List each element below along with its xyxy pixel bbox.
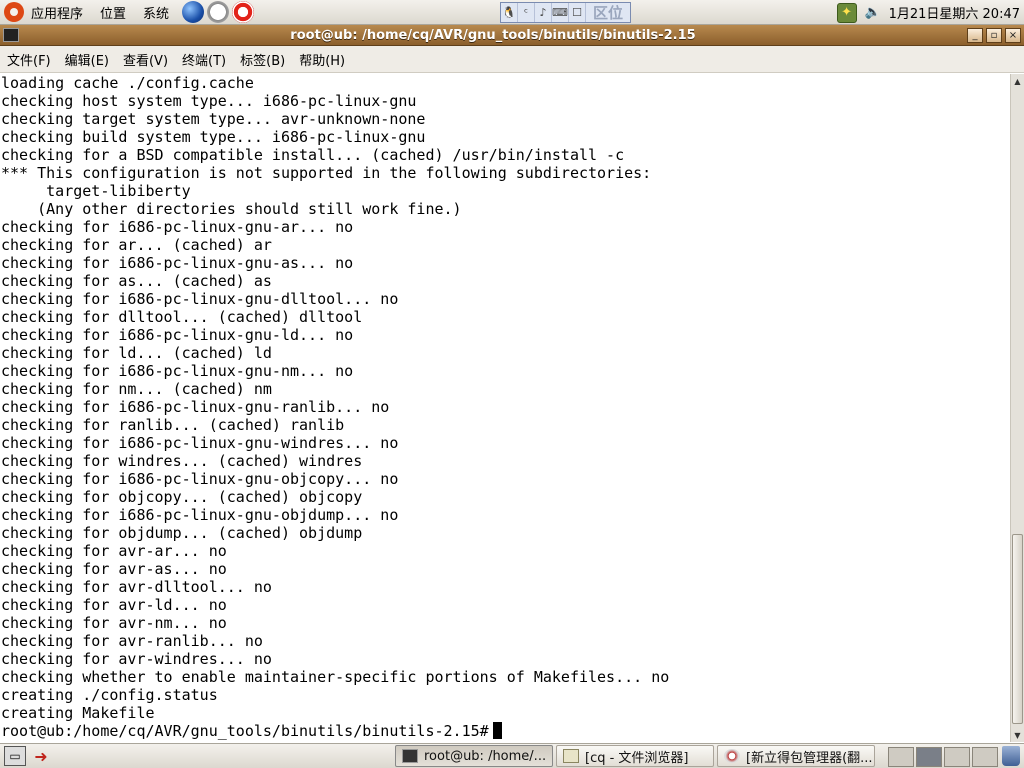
volume-icon[interactable]: 🔈 [863, 3, 883, 23]
terminal-line: checking for dlltool... (cached) dlltool [1, 308, 363, 326]
terminal-line: checking for avr-ar... no [1, 542, 227, 560]
terminal-line: creating Makefile [1, 704, 155, 722]
taskbar-item-file-browser[interactable]: [cq - 文件浏览器] [556, 745, 714, 767]
terminal-line: checking target system type... avr-unkno… [1, 110, 426, 128]
terminal-line: checking for i686-pc-linux-gnu-as... no [1, 254, 354, 272]
terminal-line: checking for i686-pc-linux-gnu-ld... no [1, 326, 354, 344]
globe-icon[interactable] [182, 1, 205, 23]
scroll-up-arrow-icon[interactable]: ▲ [1011, 74, 1024, 88]
terminal-line: checking for windres... (cached) windres [1, 452, 363, 470]
terminal-line: checking for i686-pc-linux-gnu-nm... no [1, 362, 354, 380]
terminal-line: checking for ld... (cached) ld [1, 344, 272, 362]
terminal-cursor [492, 722, 502, 739]
ime-mode-icon[interactable]: ᶜ [518, 3, 535, 22]
panel-menu-places[interactable]: 位置 [93, 0, 136, 25]
terminal-line: loading cache ./config.cache [1, 74, 254, 92]
terminal-lines: loading cache ./config.cache checking hos… [0, 74, 1010, 740]
menu-tabs[interactable]: 标签(B) [233, 50, 292, 69]
workspace-4[interactable] [972, 747, 998, 767]
taskbar-item-label: root@ub: /home/... [424, 748, 547, 764]
trash-icon[interactable] [1002, 746, 1020, 766]
maximize-button[interactable]: ▫ [986, 27, 1002, 43]
minimize-button[interactable]: _ [967, 27, 983, 43]
menu-file[interactable]: 文件(F) [0, 50, 58, 69]
terminal-line: checking for i686-pc-linux-gnu-ranlib...… [1, 398, 390, 416]
show-desktop-icon[interactable]: ▭ [4, 746, 26, 766]
terminal-line: checking for nm... (cached) nm [1, 380, 272, 398]
window-title: root@ub: /home/cq/AVR/gnu_tools/binutils… [290, 27, 696, 43]
menu-help[interactable]: 帮助(H) [292, 50, 352, 69]
close-button[interactable]: × [1005, 27, 1021, 43]
lifebuoy-icon[interactable] [232, 1, 255, 23]
terminal-line: checking for avr-nm... no [1, 614, 227, 632]
terminal-line: checking host system type... i686-pc-lin… [1, 92, 417, 110]
bottom-panel: ▭ ➜ root@ub: /home/... [cq - 文件浏览器] [新立得… [0, 743, 1024, 768]
terminal-line: checking whether to enable maintainer-sp… [1, 668, 670, 686]
workspace-2[interactable] [916, 747, 942, 767]
menu-terminal[interactable]: 终端(T) [175, 50, 233, 69]
terminal-icon [402, 749, 418, 763]
taskbar-item-package-manager[interactable]: [新立得包管理器(翻... [717, 745, 875, 767]
terminal-line: checking for ranlib... (cached) ranlib [1, 416, 345, 434]
terminal-line: checking for avr-dlltool... no [1, 578, 272, 596]
ime-punct-icon[interactable]: ♪ [535, 3, 552, 22]
panel-menu-applications[interactable]: 应用程序 [24, 0, 93, 25]
terminal-line: checking for objcopy... (cached) objcopy [1, 488, 363, 506]
system-tray: ✦ 🔈 1月21日星期六 20:47 [836, 0, 1024, 25]
terminal-line: target-libiberty [1, 182, 191, 200]
top-panel: 应用程序 位置 系统 🐧 ᶜ ♪ ⌨ ☐ 区位 ✦ 🔈 1月21日星期六 20:… [0, 0, 1024, 25]
scrollbar-thumb[interactable] [1012, 534, 1023, 724]
scroll-down-arrow-icon[interactable]: ▼ [1011, 728, 1024, 742]
workspace-1[interactable] [888, 747, 914, 767]
logout-icon[interactable]: ➜ [30, 746, 52, 766]
terminal-line: creating ./config.status [1, 686, 218, 704]
terminal-line: checking build system type... i686-pc-li… [1, 128, 426, 146]
shell-prompt: root@ub:/home/cq/AVR/gnu_tools/binutils/… [1, 722, 489, 740]
terminal-output[interactable]: loading cache ./config.cache checking hos… [0, 74, 1010, 742]
taskbar-item-label: [新立得包管理器(翻... [746, 750, 873, 766]
panel-menu-system[interactable]: 系统 [136, 0, 179, 25]
ime-penguin-icon[interactable]: 🐧 [501, 3, 518, 22]
menu-view[interactable]: 查看(V) [116, 50, 175, 69]
terminal-line: checking for i686-pc-linux-gnu-objdump..… [1, 506, 399, 524]
terminal-line: checking for a BSD compatible install...… [1, 146, 625, 164]
terminal-line: *** This configuration is not supported … [1, 164, 652, 182]
terminal-line: checking for i686-pc-linux-gnu-windres..… [1, 434, 399, 452]
taskbar-item-label: [cq - 文件浏览器] [585, 750, 689, 766]
ime-keyboard-icon[interactable]: ⌨ [552, 3, 569, 22]
taskbar-item-terminal[interactable]: root@ub: /home/... [395, 745, 553, 767]
terminal-window-icon[interactable] [3, 28, 19, 42]
menu-edit[interactable]: 编辑(E) [58, 50, 116, 69]
terminal-line: checking for i686-pc-linux-gnu-ar... no [1, 218, 354, 236]
ubuntu-logo-icon[interactable] [4, 2, 24, 22]
workspace-switcher [888, 747, 1000, 767]
folder-icon [563, 749, 579, 763]
terminal-line: checking for ar... (cached) ar [1, 236, 272, 254]
terminal-line: checking for i686-pc-linux-gnu-objcopy..… [1, 470, 399, 488]
workspace-3[interactable] [944, 747, 970, 767]
terminal-window: root@ub: /home/cq/AVR/gnu_tools/binutils… [0, 25, 1024, 743]
terminal-line: checking for avr-windres... no [1, 650, 272, 668]
terminal-line: checking for avr-ranlib... no [1, 632, 263, 650]
terminal-line: checking for avr-as... no [1, 560, 227, 578]
window-titlebar[interactable]: root@ub: /home/cq/AVR/gnu_tools/binutils… [0, 25, 1024, 46]
terminal-line: checking for avr-ld... no [1, 596, 227, 614]
terminal-line: checking for as... (cached) as [1, 272, 272, 290]
panel-clock[interactable]: 1月21日星期六 20:47 [889, 3, 1024, 22]
terminal-line: (Any other directories should still work… [1, 200, 462, 218]
package-icon [724, 749, 740, 763]
terminal-scrollbar[interactable]: ▲ ▼ [1010, 74, 1024, 742]
terminal-menubar: 文件(F) 编辑(E) 查看(V) 终端(T) 标签(B) 帮助(H) [0, 46, 1024, 73]
update-notifier-icon[interactable]: ✦ [836, 2, 857, 23]
clock-icon[interactable] [207, 1, 230, 23]
terminal-line: checking for i686-pc-linux-gnu-dlltool..… [1, 290, 399, 308]
terminal-prompt-line: root@ub:/home/cq/AVR/gnu_tools/binutils/… [1, 722, 1010, 740]
ime-lock-icon[interactable]: ☐ [569, 3, 586, 22]
ime-status-text[interactable]: 区位 [586, 3, 630, 22]
input-method-bar: 🐧 ᶜ ♪ ⌨ ☐ 区位 [500, 2, 631, 23]
terminal-line: checking for objdump... (cached) objdump [1, 524, 363, 542]
